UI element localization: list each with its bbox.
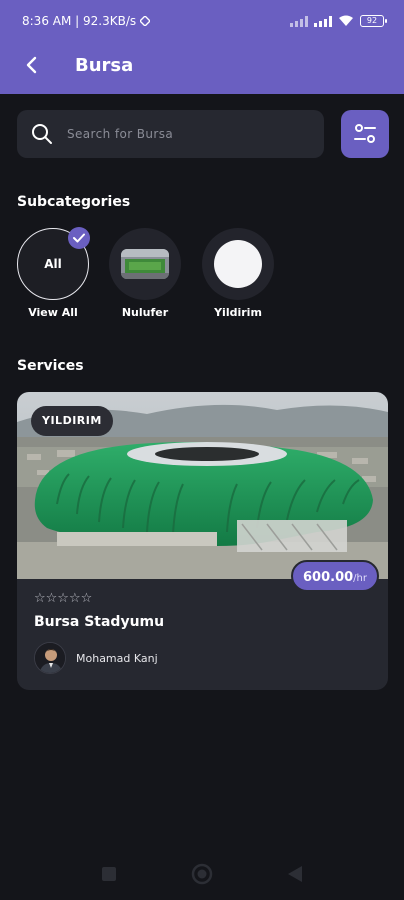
system-nav-bar	[0, 848, 404, 900]
back-button[interactable]	[4, 42, 60, 88]
signal-icon-2	[314, 15, 332, 27]
subcategory-label: Nulufer	[121, 306, 169, 319]
owner-name: Mohamad Kanj	[76, 651, 158, 665]
service-name: Bursa Stadyumu	[34, 614, 165, 630]
subcategories-title: Subcategories	[17, 194, 131, 210]
battery-icon: 92	[360, 15, 387, 27]
subcategory-view-all[interactable]: All View All	[13, 227, 93, 319]
price-value: 600.00	[303, 570, 354, 585]
sliders-icon	[354, 124, 376, 143]
person-icon	[35, 643, 65, 673]
services-title: Services	[17, 358, 84, 374]
subcategory-circle	[109, 228, 181, 300]
rating-stars: ☆☆☆☆☆	[34, 591, 93, 606]
data-saver-icon	[140, 16, 151, 26]
back-nav-icon[interactable]	[287, 865, 303, 883]
service-owner: Mohamad Kanj	[34, 642, 158, 674]
search-bar[interactable]	[17, 110, 324, 158]
search-icon	[32, 124, 52, 144]
home-icon[interactable]	[191, 863, 213, 885]
yildirim-thumbnail	[214, 240, 262, 288]
subcategory-yildirim[interactable]: Yildirim	[198, 228, 278, 319]
status-time: 8:36 AM | 92.3KB/s	[22, 14, 137, 28]
page-title: Bursa	[75, 54, 134, 76]
subcategory-nulufer[interactable]: Nulufer	[105, 228, 185, 319]
subcategory-circle: All	[17, 227, 90, 300]
nulufer-thumbnail	[121, 249, 169, 279]
subcategory-label: View All	[28, 306, 78, 319]
signal-icon	[290, 15, 308, 27]
wifi-icon	[339, 15, 353, 26]
avatar	[34, 642, 66, 674]
all-label: All	[44, 257, 62, 271]
subcategory-label: Yildirim	[214, 306, 262, 319]
subcategory-circle	[202, 228, 274, 300]
selected-badge	[68, 227, 90, 249]
check-icon	[73, 233, 85, 243]
status-bar: 8:36 AM | 92.3KB/s 92	[0, 0, 404, 42]
filter-button[interactable]	[341, 110, 389, 158]
app-header: 8:36 AM | 92.3KB/s 92 Bursa	[0, 0, 404, 94]
chevron-left-icon	[26, 56, 37, 74]
recents-icon[interactable]	[101, 866, 117, 882]
service-card[interactable]: YILDIRIM 600.00/hr ☆☆☆☆☆ Bursa Stadyumu …	[17, 392, 388, 690]
search-input[interactable]	[67, 127, 287, 141]
price-badge: 600.00/hr	[291, 560, 379, 592]
price-unit: /hr	[353, 573, 367, 584]
location-tag: YILDIRIM	[31, 406, 113, 436]
